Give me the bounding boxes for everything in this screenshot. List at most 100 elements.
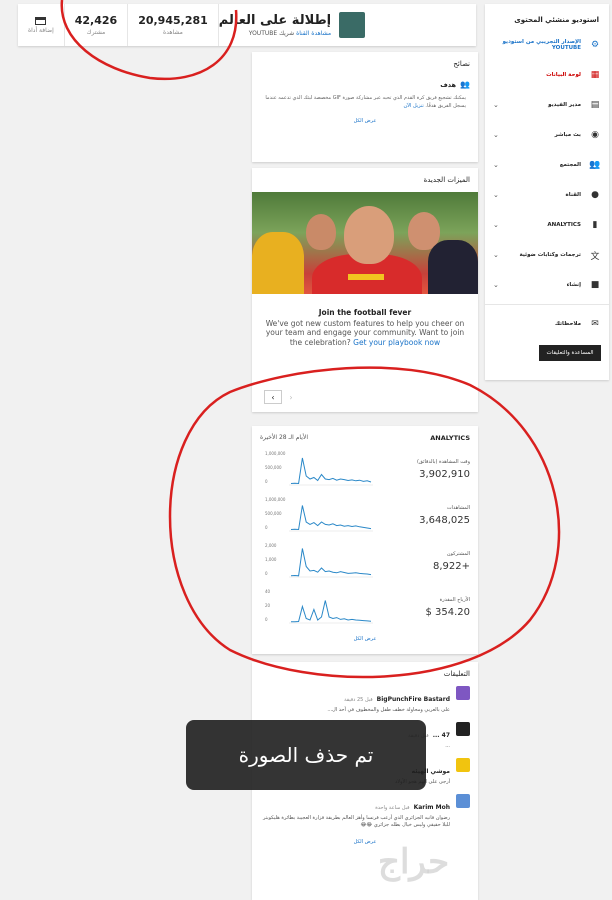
playbook-link[interactable]: Get your playbook now [353,338,440,347]
fan-face [306,214,336,250]
sidebar-item-label: مدير الفيديو [548,102,581,108]
carousel-next-button[interactable]: › [282,390,300,404]
analytics-metric[interactable]: المشاهدات 3,648,025 1,000,000 500,000 0 [252,492,478,538]
add-widget-label: إضافة أداة [28,26,54,34]
tips-view-all-link[interactable]: عرض الكل [252,112,478,130]
subscriber-value: 42,426 [74,14,118,27]
comment-text: رضوان فانيه الجزائري الذي أرعب فرنسا وأه… [262,815,450,828]
metric-value: 3,902,910 [419,468,470,480]
video-manager-icon: ▤ [590,100,600,110]
video-add-icon [35,16,47,25]
translate-icon: 文 [590,251,600,262]
sidebar-item-create[interactable]: ■ إنشاء ⌄ [485,270,609,300]
metric-value: +8,922 [432,560,470,572]
axis-tick-label: 0 [265,571,268,576]
broadcast-icon: ◉ [591,130,599,140]
sidebar-divider [485,304,609,305]
analytics-metric[interactable]: المشتركون +8,922 2,000 1,000 0 [252,538,478,584]
studio-sidebar: استوديو منشئي المحتوى ⚙ الإصدار التجريبي… [485,4,609,380]
comment-time: قبل 25 دقيقة [344,697,373,703]
comment-author[interactable]: 47 ... [433,732,450,739]
analytics-metric[interactable]: وقت المشاهدة (بالدقائق) 3,902,910 1,000,00… [252,446,478,492]
sparkline-series [290,505,372,531]
sidebar-item-label: المجتمع [559,162,581,168]
comment-item[interactable]: BigPunchFire Bastard قبل 25 دقيقة على بالع… [252,682,478,718]
feedback-icon: ✉ [591,319,599,329]
goal-title: هدف [440,80,457,89]
chevron-down-icon: ⌄ [493,191,499,199]
sidebar-item-channel[interactable]: ● القناة ⌄ [485,180,609,210]
sidebar-item-video-manager[interactable]: ▤ مدير الفيديو ⌄ [485,90,609,120]
comment-text: على بالعربي ومحاولة خطف طفل والمخطوف في … [327,707,450,713]
analytics-metric[interactable]: الأرباح المقدرة 354.20 $ 40 20 0 [252,584,478,630]
create-icon: ■ [590,280,600,290]
sidebar-item-label: إنشاء [566,282,581,288]
dashboard-icon: ▦ [590,70,600,80]
channel-avatar[interactable] [339,12,366,38]
football-fans-image[interactable] [252,192,478,294]
group-icon: 👥 [460,80,470,89]
sidebar-item-feedback[interactable]: ✉ ملاحظاتك [485,309,609,339]
sidebar-item-dashboard[interactable]: ▦ لوحة البيانات [485,60,609,90]
comments-title: التعليقات [443,670,470,678]
metric-value: 3,648,025 [419,514,470,526]
metric-label: الأرباح المقدرة [439,596,470,603]
axis-tick-label: 1,000,000 [265,497,286,502]
views-value: 20,945,281 [138,14,208,27]
axis-tick-label: 40 [265,589,271,594]
channel-stats-bar: إضافة أداة 42,426 مشترك 20,945,281 مشاهد… [18,4,476,46]
comment-avatar[interactable] [456,794,470,808]
view-channel-link[interactable]: مشاهدة القناة [296,30,331,37]
analytics-view-all-link[interactable]: عرض الكل [252,630,478,648]
comment-avatar[interactable] [456,722,470,736]
axis-tick-label: 0 [265,525,268,530]
metric-sparkline: 1,000,000 500,000 0 [265,497,373,532]
analytics-header: ANALYTICS الأيام الـ 28 الأخيرة [252,426,478,446]
comment-avatar[interactable] [456,686,470,700]
sidebar-item-label: ANALYTICS [547,222,581,228]
chevron-down-icon: ⌄ [493,281,499,289]
add-widget-button[interactable]: إضافة أداة [18,4,65,46]
channel-icon: ● [591,190,599,200]
community-icon: 👥 [589,160,601,170]
sidebar-item-translations[interactable]: 文 ترجمات وكتابات ضوئية ⌄ [485,240,609,270]
download-link[interactable]: تنزيل الآن [403,103,423,109]
comment-author[interactable]: BigPunchFire Bastard [377,696,450,703]
metric-label: المشتركون [446,550,470,557]
haraj-watermark: حراج [378,842,450,882]
help-feedback-button[interactable]: المساعدة والتعليقات [539,345,601,361]
view-count: 20,945,281 مشاهدة [128,4,219,46]
chevron-down-icon: ⌄ [493,101,499,109]
sidebar-item-label: بث مباشر [554,132,581,138]
sidebar-item-studio-beta[interactable]: ⚙ الإصدار التجريبي من استوديو YOUTUBE [485,30,609,60]
comment-time: قبل ساعة واحدة [375,805,410,811]
fan-face [344,206,394,264]
metric-label: المشاهدات [446,504,470,511]
comment-avatar[interactable] [456,758,470,772]
chevron-down-icon: ⌄ [493,161,499,169]
analytics-title: ANALYTICS [430,434,470,442]
axis-tick-label: 500,000 [265,511,282,516]
new-features-card: الميزات الجديدة Join the football fever … [252,168,478,412]
comment-author[interactable]: Karim Moh [414,804,450,811]
chevron-down-icon: ⌄ [493,131,499,139]
goal-description: يمكنك تشجيع فريق كرة القدم الذي تحبه عبر… [265,95,466,109]
sidebar-item-live[interactable]: ◉ بث مباشر ⌄ [485,120,609,150]
axis-tick-label: 500,000 [265,465,282,470]
sidebar-item-community[interactable]: 👥 المجتمع ⌄ [485,150,609,180]
sidebar-item-analytics[interactable]: ▮ ANALYTICS ⌄ [485,210,609,240]
chevron-down-icon: ⌄ [493,221,499,229]
sparkline-series [290,457,372,485]
axis-tick-label: 1,000 [265,557,277,562]
sidebar-item-label: ملاحظاتك [554,321,581,327]
comment-item[interactable]: Karim Moh قبل ساعة واحدة رضوان فانيه الجزا… [252,790,478,833]
axis-tick-label: 20 [265,603,271,608]
tips-title: نصائح [453,60,470,68]
sparkline-series [290,548,372,577]
sidebar-item-label: القناة [565,192,581,198]
axis-tick-label: 2,000 [265,543,277,548]
analytics-card: ANALYTICS الأيام الـ 28 الأخيرة وقت المش… [252,426,478,654]
carousel-prev-button[interactable]: ‹ [264,390,282,404]
metric-sparkline: 2,000 1,000 0 [265,543,373,578]
channel-name[interactable]: إطلالة على العالم [219,13,331,28]
